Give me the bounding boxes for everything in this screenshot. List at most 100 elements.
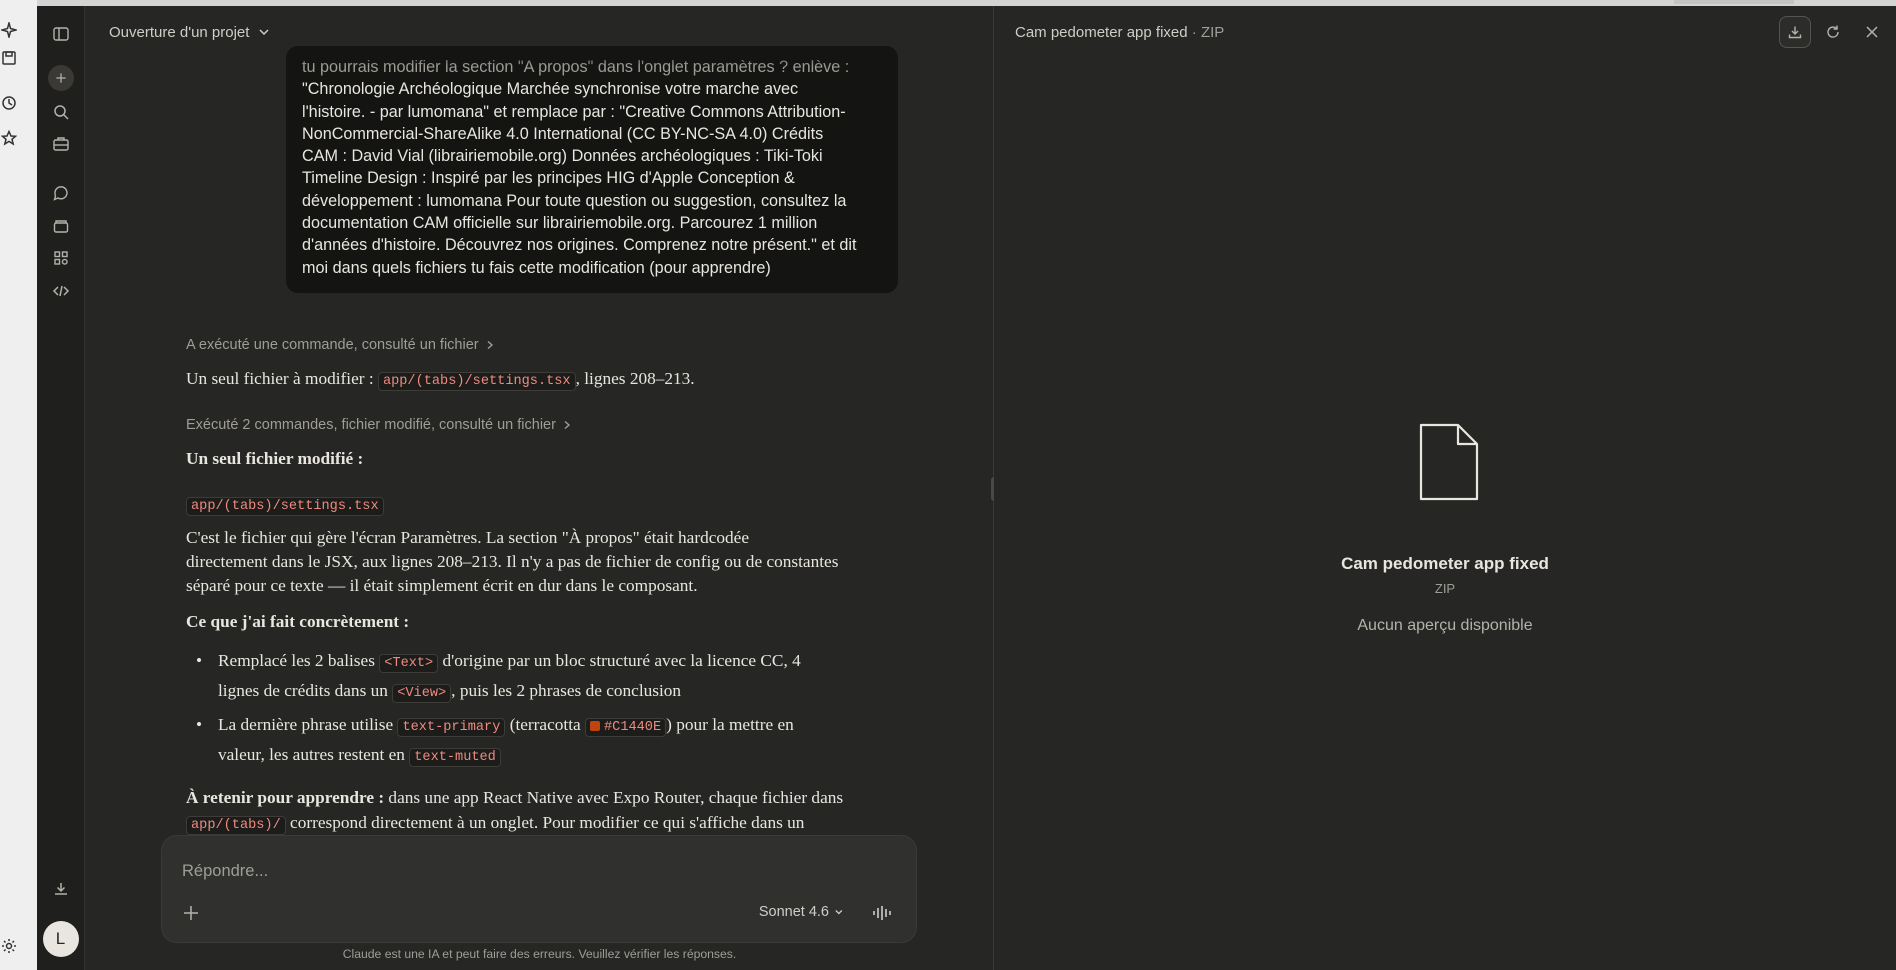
- inline-code: <View>: [392, 684, 452, 703]
- ai-disclaimer: Claude est une IA et peut faire des erre…: [342, 947, 737, 961]
- user-message-line: moi dans quels fichiers tu fais cette mo…: [302, 258, 771, 277]
- sidebar-rail: L: [37, 6, 85, 970]
- chevron-right-icon: [487, 340, 493, 350]
- artifacts-icon[interactable]: [51, 248, 71, 268]
- projects-icon[interactable]: [51, 216, 71, 236]
- tool-summary-label: A exécuté une commande, consulté un fich…: [186, 337, 479, 353]
- chevron-down-icon: [259, 29, 269, 36]
- paragraph-text: dans une app React Native avec Expo Rout…: [384, 788, 844, 807]
- color-chip: #C1440E: [585, 718, 667, 737]
- file-name: Cam pedometer app fixed: [1341, 554, 1549, 573]
- toggle-sidebar-icon[interactable]: [51, 24, 71, 44]
- download-icon: [1788, 26, 1802, 39]
- close-icon: [1866, 26, 1878, 38]
- heading-done: Ce que j'ai fait concrètement :: [186, 610, 886, 635]
- paragraph-line: À retenir pour apprendre : dans une app …: [186, 786, 886, 811]
- chevron-down-icon: [835, 910, 843, 915]
- color-code: #C1440E: [604, 720, 662, 735]
- answer-file-line: Un seul fichier à modifier : app/(tabs)/…: [186, 367, 886, 395]
- user-message-line: développement : lumomana Pour toute ques…: [302, 191, 847, 210]
- reply-composer: Répondre... Sonnet 4.6: [161, 835, 917, 943]
- model-selector[interactable]: Sonnet 4.6: [759, 904, 844, 920]
- heading-modified: Un seul fichier modifié :: [186, 447, 886, 472]
- add-attachment-button[interactable]: [182, 904, 200, 922]
- paragraph-text: correspond directement à un onglet. Pour…: [285, 812, 805, 832]
- tool-summary-toggle[interactable]: Exécuté 2 commandes, fichier modifié, co…: [186, 417, 572, 433]
- search-icon[interactable]: [51, 102, 71, 122]
- inline-code: <Text>: [379, 654, 439, 673]
- list-text: ) pour la mettre en: [666, 715, 794, 734]
- scroll-fade: [286, 46, 898, 66]
- list-text: La dernière phrase utilise: [218, 715, 398, 734]
- heading-text: À retenir pour apprendre :: [186, 788, 385, 807]
- project-title-dropdown[interactable]: Ouverture d'un projet: [109, 20, 271, 44]
- heading-text: Ce que j'ai fait concrètement :: [186, 612, 410, 631]
- refresh-icon: [1827, 25, 1839, 38]
- answer-text: Un seul fichier à modifier :: [186, 369, 378, 388]
- inline-code: app/(tabs)/settings.tsx: [186, 497, 384, 516]
- list-text: , puis les 2 phrases de conclusion: [451, 681, 682, 700]
- answer-text: , lignes 208–213.: [575, 369, 695, 388]
- retain-paragraph: À retenir pour apprendre : dans une app …: [186, 786, 886, 838]
- artifact-panel: Cam pedometer app fixed · ZIP Cam pedome…: [994, 6, 1896, 970]
- artifact-title: Cam pedometer app fixed · ZIP: [1015, 24, 1224, 41]
- history-icon[interactable]: [1, 95, 17, 111]
- download-button[interactable]: [1779, 16, 1811, 48]
- user-message-line: "Chronologie Archéologique Marchée synch…: [302, 80, 799, 99]
- code-icon[interactable]: [51, 281, 71, 301]
- user-message-line: documentation CAM officielle sur librair…: [302, 214, 818, 233]
- list-text: lignes de crédits dans un: [218, 681, 393, 700]
- user-avatar[interactable]: L: [42, 921, 79, 957]
- file-type: ZIP: [1434, 581, 1456, 596]
- inline-code: app/(tabs)/: [186, 815, 286, 835]
- tool-summary-label: Exécuté 2 commandes, fichier modifié, co…: [186, 417, 556, 433]
- inline-code: app/(tabs)/settings.tsx: [377, 372, 576, 391]
- color-swatch: [590, 721, 601, 731]
- change-list: Remplacé les 2 balises <Text> d'origine …: [186, 647, 886, 771]
- title-separator: ·: [1187, 24, 1201, 41]
- list-text: valeur, les autres restent en: [218, 745, 410, 764]
- briefcase-icon[interactable]: [51, 134, 71, 154]
- download-icon[interactable]: [51, 879, 71, 899]
- refresh-button[interactable]: [1817, 16, 1849, 48]
- list-item: La dernière phrase utilise text-primary …: [186, 711, 886, 771]
- list-item: Remplacé les 2 balises <Text> d'origine …: [186, 647, 886, 707]
- paragraph-line: directement dans le JSX, aux lignes 208–…: [186, 552, 839, 572]
- inline-code: text-primary: [397, 718, 506, 737]
- user-message: tu pourrais modifier la section "A propo…: [286, 46, 898, 293]
- close-panel-button[interactable]: [1856, 16, 1888, 48]
- chevron-right-icon: [564, 420, 571, 430]
- title-bar-segment: [1674, 0, 1794, 4]
- list-text: Remplacé les 2 balises: [218, 651, 380, 670]
- project-title: Ouverture d'un projet: [109, 23, 250, 41]
- chat-column: Ouverture d'un projet tu pourrais modifi…: [85, 6, 994, 970]
- artifact-type: ZIP: [1200, 24, 1225, 41]
- reply-input[interactable]: Répondre...: [182, 862, 268, 881]
- explanation-paragraph: C'est le fichier qui gère l'écran Paramè…: [186, 526, 886, 599]
- modified-file-line: app/(tabs)/settings.tsx: [186, 492, 886, 520]
- tool-summary-toggle[interactable]: A exécuté une commande, consulté un fich…: [186, 337, 495, 353]
- list-text: d'origine par un bloc structuré avec la …: [438, 651, 801, 670]
- no-preview-message: Aucun aperçu disponible: [1357, 617, 1533, 634]
- list-text: (terracotta: [505, 715, 586, 734]
- settings-gear-icon[interactable]: [1, 938, 17, 954]
- save-icon[interactable]: [1, 50, 17, 66]
- new-chat-button[interactable]: [47, 65, 74, 91]
- paragraph-line: séparé pour ce texte — il était simpleme…: [186, 576, 698, 596]
- paragraph-line: app/(tabs)/ correspond directement à un …: [186, 811, 886, 839]
- model-label: Sonnet 4.6: [758, 904, 829, 920]
- inline-code: text-muted: [409, 748, 501, 767]
- artifact-title-text: Cam pedometer app fixed: [1015, 24, 1188, 41]
- user-message-line: CAM : David Vial (librairiemobile.org) D…: [302, 147, 823, 166]
- user-message-line: Timeline Design : Inspiré par les princi…: [302, 169, 795, 188]
- user-message-line: d'années d'histoire. Découvrez nos origi…: [302, 236, 857, 255]
- user-message-text: tu pourrais modifier la section "A propo…: [302, 56, 882, 279]
- user-message-line: NonCommercial-ShareAlike 4.0 Internation…: [302, 124, 824, 143]
- voice-mode-icon[interactable]: [872, 903, 894, 923]
- chats-icon[interactable]: [51, 183, 71, 203]
- file-icon: [1419, 423, 1479, 501]
- sparkle-icon[interactable]: [1, 22, 17, 38]
- star-icon[interactable]: [1, 130, 17, 146]
- os-taskbar: [0, 0, 37, 970]
- heading-text: Un seul fichier modifié :: [186, 449, 364, 468]
